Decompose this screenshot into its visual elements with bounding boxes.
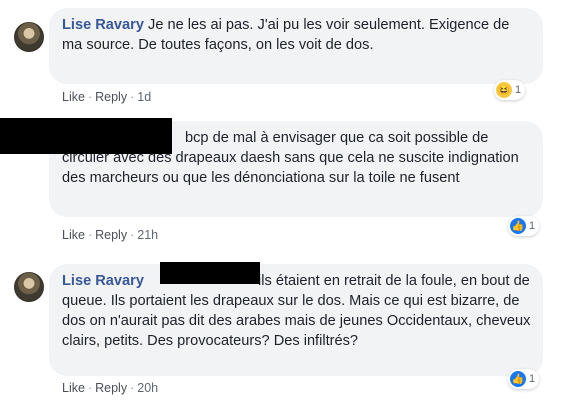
- separator: ·: [130, 381, 135, 395]
- avatar[interactable]: [14, 272, 44, 302]
- redaction-bar: [160, 262, 260, 284]
- thumbs-up-icon: 👍: [510, 371, 526, 387]
- reaction-count: 1: [529, 373, 536, 385]
- comment-author[interactable]: Lise Ravary: [62, 273, 144, 289]
- like-link[interactable]: Like: [62, 381, 85, 395]
- reaction-badge[interactable]: 👍 1: [508, 369, 540, 389]
- comment-actions: Like · Reply · 20h: [62, 381, 158, 395]
- reply-link[interactable]: Reply: [95, 381, 127, 395]
- comment-bubble: Lise Ravary ils étaient en retrait de la…: [49, 264, 543, 376]
- separator: ·: [87, 381, 93, 395]
- timestamp[interactable]: 20h: [137, 381, 158, 395]
- comment-3: Lise Ravary ils étaient en retrait de la…: [0, 0, 563, 405]
